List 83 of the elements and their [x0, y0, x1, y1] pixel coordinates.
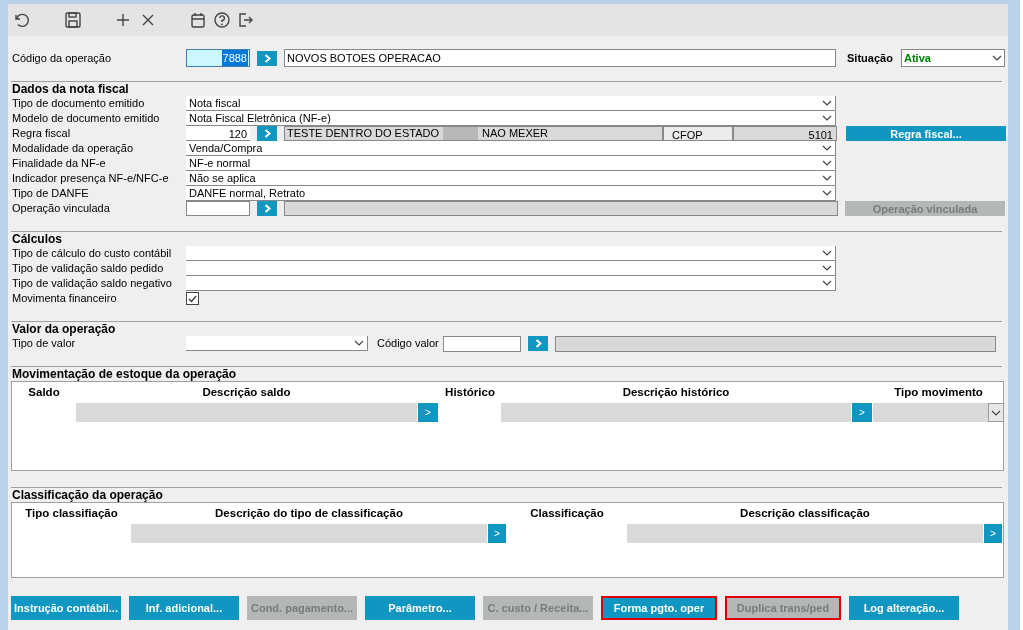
dropdown[interactable]: Venda/Compra: [186, 141, 836, 156]
dropdown-value: Venda/Compra: [189, 140, 263, 156]
field-label: Indicador presença NF-e/NFC-e: [12, 171, 170, 187]
chevron-right-icon: [534, 339, 542, 348]
field-label: Movimenta financeiro: [12, 291, 118, 307]
dropdown-value: Nota Fiscal Eletrônica (NF-e): [189, 110, 331, 126]
toolbar-button[interactable]: [237, 11, 255, 29]
toolbar-button[interactable]: [64, 11, 82, 29]
dropdown-value: Ativa: [904, 50, 931, 66]
lookup-button[interactable]: [528, 336, 548, 351]
chevron-down-icon: [354, 340, 364, 346]
dropdown-value: Não se aplica: [189, 170, 256, 186]
field-label: Operação vinculada: [12, 201, 111, 217]
field-label: Código da operação: [12, 50, 113, 66]
input-field[interactable]: 120: [186, 126, 250, 141]
dropdown[interactable]: DANFE normal, Retrato: [186, 186, 836, 201]
column-header[interactable]: Histórico: [439, 382, 501, 403]
field-text: NAO MEXER: [482, 126, 548, 142]
section-heading: Valor da operação: [12, 323, 117, 336]
chevron-down-icon: [992, 55, 1002, 61]
field-label: Situação: [847, 50, 894, 66]
column-header[interactable]: Classificação: [507, 503, 627, 524]
toolbar-button[interactable]: [213, 11, 231, 29]
dropdown[interactable]: [186, 261, 836, 276]
cfop-field: 5101: [733, 126, 837, 141]
field-label: Código valor: [377, 336, 440, 352]
section-heading: Classificação da operação: [12, 489, 164, 502]
column-header[interactable]: Descrição do tipo de classificação: [131, 503, 487, 524]
chevron-right-icon: [263, 129, 271, 138]
dropdown-value: Nota fiscal: [189, 95, 241, 111]
lookup-button[interactable]: [257, 50, 277, 66]
add-icon: [114, 11, 132, 29]
grid-dropdown[interactable]: [873, 403, 1004, 422]
field-label: Tipo de documento emitido: [12, 96, 146, 112]
column-header[interactable]: Descrição histórico: [501, 382, 851, 403]
dropdown[interactable]: [186, 336, 368, 351]
dropdown[interactable]: Nota Fiscal Eletrônica (NF-e): [186, 111, 836, 126]
chevron-right-icon: [263, 204, 271, 213]
field-label: Tipo de cálculo do custo contábil: [12, 246, 173, 262]
dropdown[interactable]: [186, 246, 836, 261]
column-header[interactable]: Tipo classifiação: [12, 503, 131, 524]
dropdown[interactable]: Nota fiscal: [186, 96, 836, 111]
field-label: Regra fiscal: [12, 126, 72, 142]
status-dropdown[interactable]: Ativa: [901, 49, 1005, 67]
check-icon: [188, 294, 197, 303]
cfop-label: CFOP: [663, 126, 733, 141]
lookup-button[interactable]: [257, 126, 277, 141]
section-heading: Movimentação de estoque da operação: [12, 368, 238, 381]
field-text: TESTE DENTRO DO ESTADO: [287, 126, 439, 142]
field-label: Tipo de validação saldo negativo: [12, 276, 173, 292]
column-header[interactable]: Descrição saldo: [76, 382, 417, 403]
toolbar-button[interactable]: [114, 11, 132, 29]
field-label: Tipo de validação saldo pedido: [12, 261, 165, 277]
chevron-right-icon: [263, 53, 271, 63]
column-header[interactable]: Tipo movimento: [873, 382, 1004, 403]
redacted-block: [443, 127, 478, 140]
code-field[interactable]: 7888: [186, 49, 250, 67]
refresh-icon: [12, 11, 30, 29]
checkbox[interactable]: [186, 292, 199, 305]
field-label: Tipo de DANFE: [12, 186, 90, 202]
field-label: Modelo de documento emitido: [12, 111, 161, 127]
column-header[interactable]: Descrição classificação: [627, 503, 983, 524]
field-label: Finalidade da NF-e: [12, 156, 107, 172]
input-field[interactable]: [186, 201, 250, 216]
dropdown-value: DANFE normal, Retrato: [189, 185, 306, 201]
dropdown[interactable]: NF-e normal: [186, 156, 836, 171]
help-icon: [213, 11, 231, 29]
field-label: Tipo de valor: [12, 336, 77, 352]
calendar-icon: [189, 11, 207, 29]
dropdown[interactable]: Não se aplica: [186, 171, 836, 186]
field-label: Modalidade da operação: [12, 141, 135, 157]
chevron-down-icon: [991, 409, 1001, 416]
description-field[interactable]: NOVOS BOTOES OPERACAO: [284, 49, 836, 67]
section-heading: Cálculos: [12, 233, 63, 246]
section-heading: Dados da nota fiscal: [12, 83, 130, 96]
input-field[interactable]: [443, 335, 521, 352]
toolbar-button[interactable]: [12, 11, 30, 29]
exit-icon: [237, 11, 255, 29]
dropdown-value: NF-e normal: [189, 155, 251, 171]
toolbar-button[interactable]: [189, 11, 207, 29]
column-header[interactable]: Saldo: [12, 382, 76, 403]
lookup-button[interactable]: [257, 201, 277, 216]
save-icon: [64, 11, 82, 29]
